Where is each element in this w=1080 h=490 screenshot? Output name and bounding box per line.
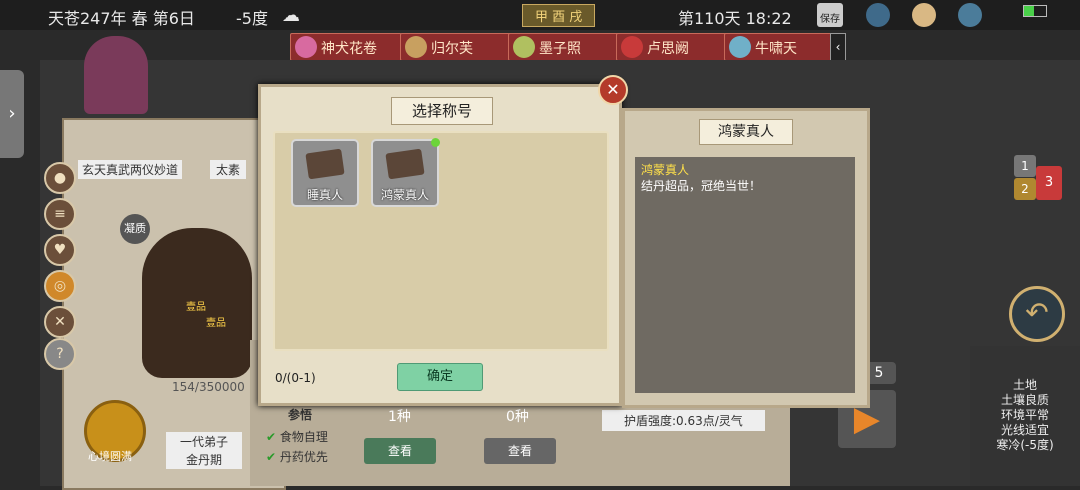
selection-count: 0/(0-1) <box>275 371 316 385</box>
disciple-tab-4[interactable]: 卢思阙 <box>616 33 728 61</box>
character-portrait <box>84 36 148 114</box>
scroll-icon <box>385 148 425 180</box>
save-label: 保存 <box>820 14 840 25</box>
title-detail-panel: 鸿蒙真人 鸿蒙真人 结丹超品，冠绝当世！ <box>622 108 870 408</box>
disciple-avatar-icon <box>513 36 535 58</box>
close-icon[interactable]: ✕ <box>598 75 628 105</box>
temperature: -5度 <box>236 9 268 28</box>
gear-icon[interactable] <box>958 3 982 27</box>
insight-title: 参悟 <box>288 408 313 422</box>
compass-icon[interactable] <box>866 3 890 27</box>
title-slot-label: 睡真人 <box>306 188 343 202</box>
disciple-tab-2[interactable]: 归尔芙 <box>400 33 512 61</box>
stage-label: 金丹期 <box>166 450 243 469</box>
check-pill-label: 丹药优先 <box>279 450 328 464</box>
palette-icon[interactable] <box>912 3 936 27</box>
cultivation-method: 玄天真武两仪妙道 <box>78 160 183 179</box>
title-slot-1[interactable]: 睡真人 <box>291 139 359 207</box>
save-button[interactable]: 保存 <box>817 3 843 27</box>
view-button-2[interactable]: 查看 <box>484 438 556 464</box>
sword-icon[interactable]: ✕ <box>44 306 76 338</box>
kind-count-2: 0种 <box>506 409 529 425</box>
disciple-tab-3[interactable]: 墨子照 <box>508 33 620 61</box>
game-date: 天苍247年 春 第6日 <box>48 9 195 28</box>
detail-description: 结丹超品，冠绝当世！ <box>641 179 762 193</box>
body-quality-badge: 凝质 <box>120 214 150 244</box>
env-line: 土地 <box>1012 378 1037 392</box>
env-line: 土壤良质 <box>1000 393 1049 407</box>
kind-count-1: 1种 <box>388 409 411 425</box>
help-icon[interactable]: ? <box>44 338 76 370</box>
check-food-label: 食物自理 <box>279 430 328 444</box>
title-grid: 睡真人 鸿蒙真人 <box>273 131 609 351</box>
disciple-avatar-icon <box>295 36 317 58</box>
disciple-avatar-icon <box>729 36 751 58</box>
disciple-name: 卢思阙 <box>647 41 689 57</box>
back-button[interactable]: ↶ <box>1009 286 1065 342</box>
tabs-collapse-button[interactable]: ‹ <box>830 33 846 61</box>
detail-body: 鸿蒙真人 结丹超品，冠绝当世！ <box>635 157 855 393</box>
title-select-dialog: 选择称号 睡真人 鸿蒙真人 0/(0-1) 确定 <box>258 84 622 406</box>
side-badge-1[interactable]: 1 <box>1014 155 1036 177</box>
title-slot-label: 鸿蒙真人 <box>380 188 429 202</box>
profile-icon[interactable]: ● <box>44 162 76 194</box>
selected-dot-icon <box>431 138 440 147</box>
env-line: 环境平常 <box>1000 408 1049 422</box>
side-badge-3[interactable]: 3 <box>1036 166 1062 200</box>
exp-value: 154/350000 <box>172 380 245 394</box>
skill-icon[interactable]: ◎ <box>44 270 76 302</box>
environment-info: 土地 土壤良质 环境平常 光线适宜 寒冷(-5度) <box>970 346 1080 486</box>
side-badge-2[interactable]: 2 <box>1014 178 1036 200</box>
disciple-avatar-icon <box>621 36 643 58</box>
shield-strength: 护盾强度:0.63点/灵气 <box>602 410 765 431</box>
disciple-tab-1[interactable]: 神犬花卷 <box>290 33 402 61</box>
scroll-icon <box>305 148 345 180</box>
expand-left-button[interactable]: › <box>0 70 24 158</box>
check-pill[interactable]: ✔ 丹药优先 <box>266 448 328 465</box>
detail-title: 鸿蒙真人 <box>699 119 793 145</box>
disciple-name: 牛啸天 <box>755 41 797 57</box>
detail-name: 鸿蒙真人 <box>641 163 690 177</box>
cycle-label: 甲 酉 戌 <box>522 4 596 27</box>
dialog-title: 选择称号 <box>391 97 493 125</box>
disciple-name: 墨子照 <box>539 41 581 57</box>
view-button-1[interactable]: 查看 <box>364 438 436 464</box>
day-time: 第110天 18:22 <box>678 9 792 28</box>
battery-icon <box>1023 5 1047 17</box>
disciple-avatar-icon <box>405 36 427 58</box>
env-line: 光线适宜 <box>1000 423 1049 437</box>
list-icon[interactable]: ≡ <box>44 198 76 230</box>
check-icon: ✔ <box>266 430 277 444</box>
title-slot-2[interactable]: 鸿蒙真人 <box>371 138 440 207</box>
disciple-tab-5[interactable]: 牛啸天 <box>724 33 836 61</box>
check-food[interactable]: ✔ 食物自理 <box>266 428 328 445</box>
env-line: 寒冷(-5度) <box>996 438 1054 452</box>
top-status-bar: 天苍247年 春 第6日 -5度 ☁ 甲 酉 戌 第110天 18:22 保存 <box>0 0 1080 30</box>
disciple-name: 神犬花卷 <box>321 41 377 57</box>
heart-icon[interactable]: ♥ <box>44 234 76 266</box>
confirm-button[interactable]: 确定 <box>397 363 483 391</box>
rank-label: 一代弟子 <box>166 432 243 451</box>
mark-2: 壹品 <box>206 318 226 329</box>
realm-label: 心境圆满 <box>88 450 132 463</box>
mark-1: 壹品 <box>186 302 206 313</box>
check-icon: ✔ <box>266 450 277 464</box>
element-label: 太素 <box>210 160 247 179</box>
disciple-name: 归尔芙 <box>431 41 473 57</box>
weather-icon: ☁ <box>282 5 300 26</box>
